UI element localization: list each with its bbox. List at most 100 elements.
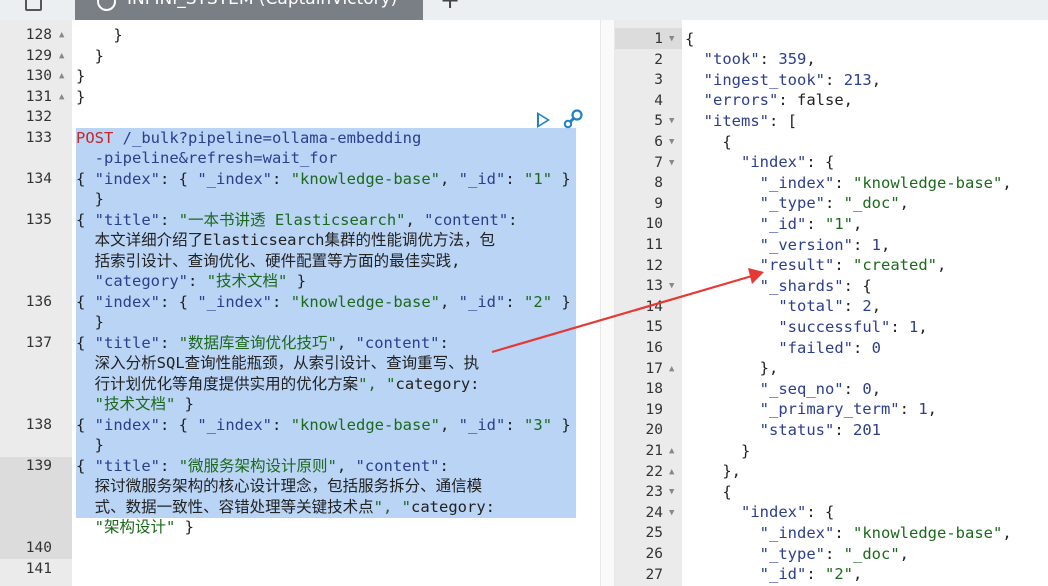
response-line: "_type": "_doc", xyxy=(759,544,910,563)
line-number: 13 xyxy=(645,278,663,295)
code-line: 深入分析SQL查询性能瓶颈，从索引设计、查询重写、执 xyxy=(94,354,480,372)
response-line: "status": 201 xyxy=(759,420,881,439)
fold-icon[interactable]: ▲ xyxy=(59,25,64,45)
tab-title: INFINI_SYSTEM (CaptainVictory) xyxy=(127,0,397,9)
line-number: 132 xyxy=(25,109,52,125)
response-line: "ingest_took": 213, xyxy=(703,70,882,89)
response-line: { xyxy=(685,482,732,501)
request-url-cont: -pipeline&refresh=wait_for xyxy=(76,149,338,167)
line-number: 9 xyxy=(654,195,663,212)
response-line: "_shards": { xyxy=(759,276,872,295)
line-number: 20 xyxy=(645,422,663,439)
line-number: 140 xyxy=(25,540,52,556)
fold-icon[interactable]: ▼ xyxy=(669,153,674,173)
line-number: 6 xyxy=(654,134,663,150)
response-line: "took": 359, xyxy=(703,50,816,69)
response-line: "errors": false, xyxy=(703,91,853,110)
response-line: "failed": 0 xyxy=(778,338,882,357)
code-line: "技术文档" } xyxy=(94,395,195,413)
line-number: 16 xyxy=(645,340,663,356)
response-line: "successful": 1, xyxy=(778,317,928,336)
response-line: { xyxy=(685,132,732,151)
fold-icon[interactable]: ▼ xyxy=(669,482,674,502)
line-number: 139 xyxy=(25,458,52,474)
fold-icon[interactable]: ▲ xyxy=(59,46,64,66)
response-line: "result": "created", xyxy=(759,256,947,275)
line-number: 8 xyxy=(654,175,663,192)
code-line: 括索引设计、查询优化、硬件配置等方面的最佳实践, xyxy=(76,252,461,270)
response-line: "_id": "1", xyxy=(759,214,863,233)
response-line: "_id": "2", xyxy=(759,565,863,584)
code-line: } xyxy=(76,190,104,208)
http-method: POST xyxy=(76,129,114,147)
line-number: 14 xyxy=(645,298,663,315)
response-line: "_seq_no": 0, xyxy=(759,379,882,398)
response-line: "_version": 1, xyxy=(759,235,891,254)
line-number: 12 xyxy=(645,257,663,274)
fold-icon[interactable]: ▼ xyxy=(669,132,674,152)
code-line: 行计划优化等角度提供实用的优化方案", "category: xyxy=(76,375,480,393)
request-url: /_bulk?pipeline=ollama-embedding xyxy=(113,129,422,147)
line-number: 138 xyxy=(25,417,52,433)
line-number: 136 xyxy=(25,294,52,310)
response-line: "_primary_term": 1, xyxy=(759,400,938,419)
line-number: 10 xyxy=(645,216,663,233)
code-line: } xyxy=(76,26,123,44)
line-number: 130 xyxy=(25,68,52,84)
response-line: { xyxy=(685,29,695,48)
fold-icon[interactable]: ▲ xyxy=(669,359,674,379)
wrench-icon[interactable] xyxy=(562,108,584,130)
line-number: 5 xyxy=(654,113,663,130)
line-number: 2 xyxy=(654,51,663,68)
code-line: } xyxy=(76,67,86,85)
fold-icon[interactable]: ▼ xyxy=(669,111,674,131)
line-number: 18 xyxy=(645,381,663,398)
line-number: 26 xyxy=(645,546,663,562)
line-number: 7 xyxy=(654,154,663,171)
response-line: "_index": "knowledge-base", xyxy=(759,523,1012,542)
line-number: 4 xyxy=(654,92,663,109)
line-number: 141 xyxy=(25,561,52,577)
line-number: 128 xyxy=(25,27,52,43)
code-line: 探讨微服务架构的核心设计理念，包括服务拆分、通信模 xyxy=(94,477,483,495)
line-number: 129 xyxy=(25,48,52,64)
play-icon[interactable] xyxy=(537,112,550,128)
line-number: 133 xyxy=(25,130,52,146)
fold-icon[interactable]: ▲ xyxy=(59,66,64,86)
line-number: 21 xyxy=(645,443,663,459)
editor-tab[interactable]: INFINI_SYSTEM (CaptainVictory) xyxy=(75,0,423,20)
line-number: 11 xyxy=(645,237,663,253)
code-line: "架构设计" } xyxy=(94,518,195,536)
line-number: 134 xyxy=(25,171,52,187)
response-line: "_index": "knowledge-base", xyxy=(759,173,1012,192)
fold-icon[interactable]: ▼ xyxy=(669,29,674,49)
response-line: }, xyxy=(685,462,741,481)
response-viewer: 1 ▼ 2 3 4 5 ▼ 6 ▼ 7 ▼ 8 9 10 11 12 13 ▼ 14 15 16 17 ▲ 18 19 20 21 ▲… xyxy=(615,20,1048,586)
response-line: "total": 2, xyxy=(778,297,882,316)
cluster-icon xyxy=(97,0,116,11)
line-number: 135 xyxy=(25,212,52,228)
code-line: 本文详细介绍了Elasticsearch集群的性能调优方法，包 xyxy=(94,231,495,249)
line-number: 25 xyxy=(645,525,663,542)
new-tab-button[interactable]: + xyxy=(440,0,460,14)
line-number: 131 xyxy=(25,89,52,105)
request-editor[interactable]: 128 ▲ 129 ▲ 130 ▲ 131 ▲ 132 133 134 135 136 137 138 139… xyxy=(0,20,600,586)
code-line: } xyxy=(76,88,86,106)
code-line: } xyxy=(76,47,104,65)
window-icon[interactable] xyxy=(25,0,42,11)
code-line: { "title": "微服务架构设计原则", "content": xyxy=(76,457,449,475)
fold-icon[interactable]: ▼ xyxy=(669,503,674,523)
line-number: 24 xyxy=(645,504,663,521)
code-line: { "title": "数据库查询优化技巧", "content": xyxy=(76,334,449,352)
fold-icon[interactable]: ▲ xyxy=(669,462,674,482)
code-line: "category": "技术文档" } xyxy=(94,272,307,290)
line-number: 19 xyxy=(645,401,663,418)
response-line: "items": [ xyxy=(703,111,798,130)
fold-icon[interactable]: ▲ xyxy=(59,87,64,107)
fold-icon[interactable]: ▼ xyxy=(669,276,674,296)
code-line: } xyxy=(76,436,104,454)
response-line: "_type": "_doc", xyxy=(759,194,910,213)
fold-icon[interactable]: ▲ xyxy=(669,441,674,461)
code-line: { "index": { "_index": "knowledge-base",… xyxy=(76,293,571,311)
pane-resizer[interactable] xyxy=(600,20,615,586)
